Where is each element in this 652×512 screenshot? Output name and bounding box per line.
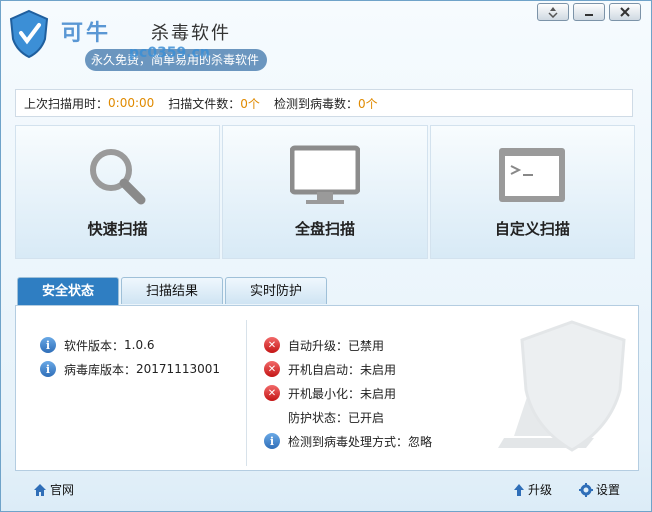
home-link-label: 官网 <box>50 483 75 497</box>
tab-bar: 安全状态 扫描结果 实时防护 <box>17 277 328 305</box>
minimize-icon <box>585 14 593 16</box>
column-divider <box>246 320 247 466</box>
virus-action-label: 检测到病毒处理方式： <box>288 434 409 449</box>
app-logo-icon <box>9 9 49 59</box>
software-version-label: 软件版本： <box>64 338 125 353</box>
upgrade-link-label: 升级 <box>528 483 553 497</box>
protection-status-row: 防护状态： 已开启 <box>288 408 384 426</box>
scan-status-bar: 上次扫描用时： 0:00:00 扫描文件数： 0个 检测到病毒数： 0个 <box>15 89 633 117</box>
close-button[interactable] <box>609 3 641 21</box>
files-scanned-label: 扫描文件数： <box>168 96 241 111</box>
settings-link[interactable]: 设置 <box>579 481 620 498</box>
tab-scan-results[interactable]: 扫描结果 <box>121 277 224 304</box>
upgrade-link[interactable]: 升级 <box>513 481 552 498</box>
software-version-row: i 软件版本： 1.0.6 <box>40 336 155 354</box>
files-scanned-value: 0个 <box>240 96 260 111</box>
home-icon <box>34 483 46 496</box>
software-version-value: 1.0.6 <box>124 338 155 352</box>
app-window: 可牛 杀毒软件 永久免费，简单易用的杀毒软件 pc0359.cn 上次扫描用时：… <box>0 0 652 512</box>
home-link[interactable]: 官网 <box>33 481 74 498</box>
virus-db-version-label: 病毒库版本： <box>64 362 137 377</box>
quick-scan-button[interactable]: 快速扫描 <box>15 125 221 259</box>
info-icon: i <box>264 433 280 449</box>
error-x-icon: ✕ <box>264 385 280 401</box>
custom-scan-label: 自定义扫描 <box>494 220 570 238</box>
auto-upgrade-label: 自动升级： <box>288 338 349 353</box>
watermark-url: pc0359.cn <box>129 45 210 61</box>
app-title-prefix: 可牛 <box>61 21 112 46</box>
last-scan-label: 上次扫描用时： <box>24 96 109 111</box>
virus-action-row: i 检测到病毒处理方式： 忽略 <box>264 432 432 450</box>
auto-upgrade-value: 已禁用 <box>348 338 385 353</box>
app-title-suffix: 杀毒软件 <box>151 23 231 44</box>
gear-icon <box>579 482 593 497</box>
protection-status-label: 防护状态： <box>288 410 349 425</box>
error-x-icon: ✕ <box>264 337 280 353</box>
custom-scan-button[interactable]: 自定义扫描 <box>429 125 635 259</box>
security-status-panel: i 软件版本： 1.0.6 i 病毒库版本： 20171113001 ✕ 自动升… <box>15 305 639 471</box>
protection-status-value: 已开启 <box>348 410 385 425</box>
scan-options: 快速扫描 全盘扫描 自定义扫描 <box>15 125 635 259</box>
start-minimized-label: 开机最小化： <box>288 386 361 401</box>
full-scan-label: 全盘扫描 <box>294 220 355 238</box>
settings-link-label: 设置 <box>596 483 621 497</box>
last-scan-value: 0:00:00 <box>108 96 155 110</box>
terminal-window-icon <box>499 148 566 202</box>
autostart-row: ✕ 开机自启动： 未启用 <box>264 360 396 378</box>
info-icon: i <box>40 361 56 377</box>
shield-laptop-watermark-icon <box>498 320 626 452</box>
magnifier-icon <box>89 149 146 205</box>
close-icon <box>620 7 630 17</box>
refresh-button[interactable] <box>537 3 569 21</box>
start-minimized-value: 未启用 <box>360 386 397 401</box>
title-bar[interactable]: 可牛 杀毒软件 永久免费，简单易用的杀毒软件 pc0359.cn <box>1 1 651 83</box>
autostart-value: 未启用 <box>360 362 397 377</box>
virus-db-version-row: i 病毒库版本： 20171113001 <box>40 360 220 378</box>
auto-upgrade-row: ✕ 自动升级： 已禁用 <box>264 336 384 354</box>
virus-db-version-value: 20171113001 <box>136 362 220 376</box>
arrow-up-icon <box>514 483 524 496</box>
virus-action-value: 忽略 <box>408 434 433 449</box>
full-scan-button[interactable]: 全盘扫描 <box>222 125 428 259</box>
autostart-label: 开机自启动： <box>288 362 361 377</box>
viruses-found-value: 0个 <box>357 96 378 111</box>
recycle-icon <box>548 7 558 18</box>
tab-realtime-protection[interactable]: 实时防护 <box>225 277 328 304</box>
window-controls <box>537 3 641 21</box>
start-minimized-row: ✕ 开机最小化： 未启用 <box>264 384 396 402</box>
info-icon: i <box>40 337 56 353</box>
monitor-icon <box>289 145 360 204</box>
viruses-found-label: 检测到病毒数： <box>273 96 358 111</box>
minimize-button[interactable] <box>573 3 605 21</box>
error-x-icon: ✕ <box>264 361 280 377</box>
quick-scan-label: 快速扫描 <box>87 220 148 238</box>
tab-security-status[interactable]: 安全状态 <box>17 277 120 305</box>
